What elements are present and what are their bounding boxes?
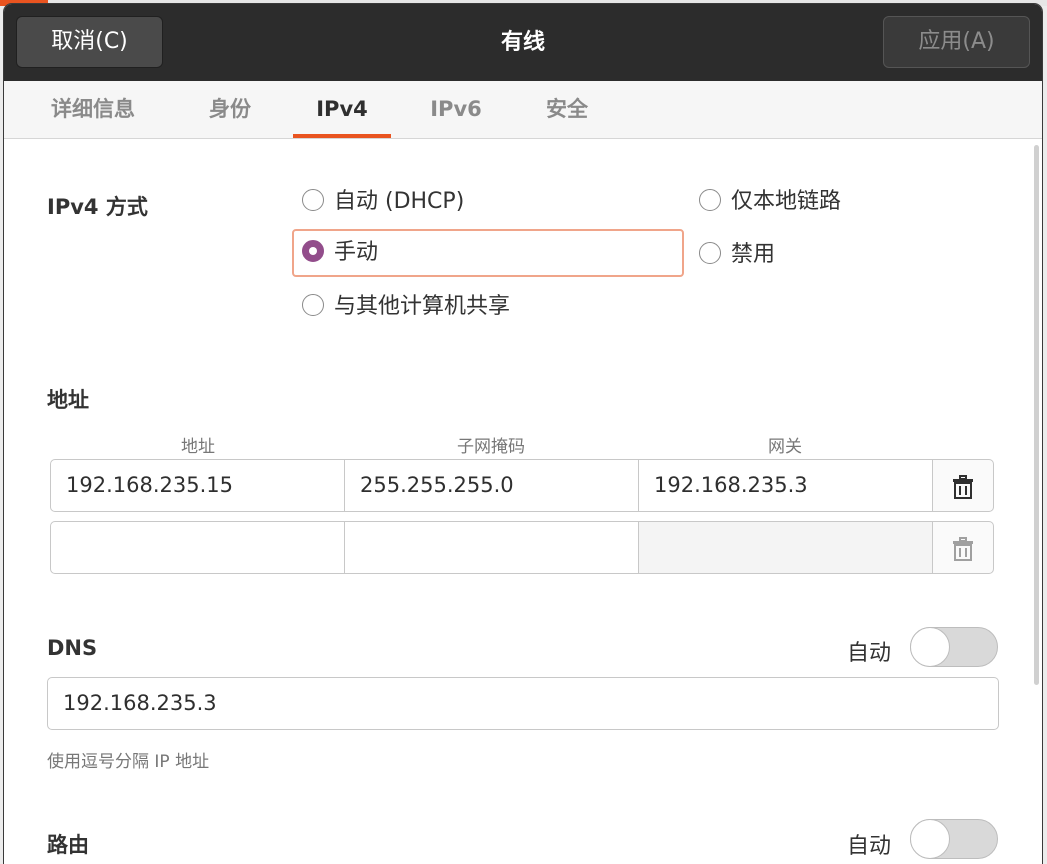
apply-button[interactable]: 应用(A) [883, 16, 1030, 68]
column-header-gateway: 网关 [768, 437, 802, 457]
dns-label: DNS [47, 636, 98, 660]
radio-disabled[interactable]: 禁用 [699, 237, 775, 273]
switch-knob [910, 819, 950, 859]
switch-knob [910, 627, 950, 667]
tab-ipv6[interactable]: IPv6 [424, 81, 488, 138]
trash-icon [953, 474, 973, 499]
radio-auto-dhcp-label: 自动 (DHCP) [334, 189, 465, 214]
radio-auto-dhcp[interactable]: 自动 (DHCP) [302, 184, 464, 220]
addresses-label: 地址 [47, 388, 89, 412]
column-header-address: 地址 [181, 437, 215, 457]
radio-disabled-label: 禁用 [731, 242, 776, 267]
delete-address-button[interactable] [932, 459, 994, 512]
tab-security[interactable]: 安全 [541, 81, 593, 138]
wired-settings-dialog: 取消(C) 有线 应用(A) 详细信息 身份 IPv4 IPv6 安全 IPv4… [4, 4, 1042, 864]
netmask-input-empty[interactable] [344, 521, 639, 574]
tab-ipv4[interactable]: IPv4 [293, 81, 391, 138]
routes-auto-switch[interactable] [910, 819, 998, 859]
routes-label: 路由 [47, 833, 89, 857]
dns-auto-label: 自动 [847, 641, 892, 666]
cancel-button[interactable]: 取消(C) [16, 16, 163, 68]
dns-input[interactable]: 192.168.235.3 [47, 677, 999, 730]
radio-manual-label: 手动 [334, 240, 379, 265]
scrollbar[interactable] [1034, 145, 1039, 685]
tab-identity[interactable]: 身份 [204, 81, 256, 138]
dns-hint: 使用逗号分隔 IP 地址 [47, 752, 210, 772]
radio-link-local[interactable]: 仅本地链路 [699, 184, 841, 220]
radio-circle-icon [699, 242, 721, 264]
netmask-input[interactable]: 255.255.255.0 [344, 459, 639, 512]
radio-shared-label: 与其他计算机共享 [334, 294, 511, 319]
routes-auto-label: 自动 [847, 834, 892, 859]
delete-address-button-disabled[interactable] [932, 521, 994, 574]
tab-details[interactable]: 详细信息 [40, 81, 146, 138]
trash-icon [953, 536, 973, 561]
radio-circle-icon [699, 189, 721, 211]
gateway-input[interactable]: 192.168.235.3 [638, 459, 933, 512]
radio-selected-icon [302, 240, 324, 262]
column-header-netmask: 子网掩码 [457, 437, 525, 457]
address-input[interactable]: 192.168.235.15 [50, 459, 345, 512]
radio-link-local-label: 仅本地链路 [731, 189, 842, 214]
radio-manual[interactable]: 手动 [292, 229, 684, 277]
tab-bar: 详细信息 身份 IPv4 IPv6 安全 [4, 81, 1042, 139]
address-input-empty[interactable] [50, 521, 345, 574]
radio-shared[interactable]: 与其他计算机共享 [302, 289, 510, 325]
radio-circle-icon [302, 294, 324, 316]
dns-auto-switch[interactable] [910, 627, 998, 667]
gateway-input-empty[interactable] [638, 521, 933, 574]
ipv4-method-label: IPv4 方式 [47, 195, 148, 219]
ipv4-settings-panel: IPv4 方式 自动 (DHCP) 仅本地链路 手动 禁用 与其他计算机共享 地… [4, 139, 1042, 864]
dialog-header: 取消(C) 有线 应用(A) [4, 4, 1042, 81]
radio-circle-icon [302, 189, 324, 211]
